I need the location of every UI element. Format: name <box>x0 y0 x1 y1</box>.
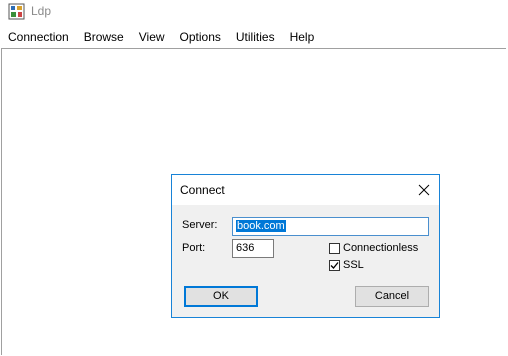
window-title: Ldp <box>31 4 52 18</box>
ok-button[interactable]: OK <box>184 286 258 307</box>
checkmark-icon <box>330 262 339 269</box>
server-input[interactable]: book.com <box>232 217 429 236</box>
ldp-app-icon <box>8 3 25 20</box>
menu-connection[interactable]: Connection <box>0 28 76 46</box>
menu-help[interactable]: Help <box>282 28 322 46</box>
menu-browse[interactable]: Browse <box>76 28 131 46</box>
ssl-checkbox[interactable] <box>329 260 340 271</box>
menu-view[interactable]: View <box>131 28 172 46</box>
connectionless-label: Connectionless <box>343 242 419 254</box>
dialog-title-bar: Connect <box>172 175 439 205</box>
menu-bar: Connection Browse View Options Utilities… <box>0 28 321 46</box>
menu-options[interactable]: Options <box>172 28 228 46</box>
close-icon[interactable] <box>415 181 433 199</box>
ssl-label: SSL <box>343 259 364 271</box>
server-value: book.com <box>236 220 286 232</box>
port-input[interactable]: 636 <box>232 239 274 258</box>
connectionless-checkbox[interactable] <box>329 243 340 254</box>
connect-dialog: Connect Server: book.com Port: 636 Conne… <box>171 174 440 318</box>
port-label: Port: <box>182 242 206 254</box>
dialog-title: Connect <box>180 183 225 197</box>
title-bar: Ldp <box>0 0 508 24</box>
server-label: Server: <box>182 219 218 231</box>
menu-utilities[interactable]: Utilities <box>228 28 282 46</box>
cancel-button[interactable]: Cancel <box>355 286 429 307</box>
